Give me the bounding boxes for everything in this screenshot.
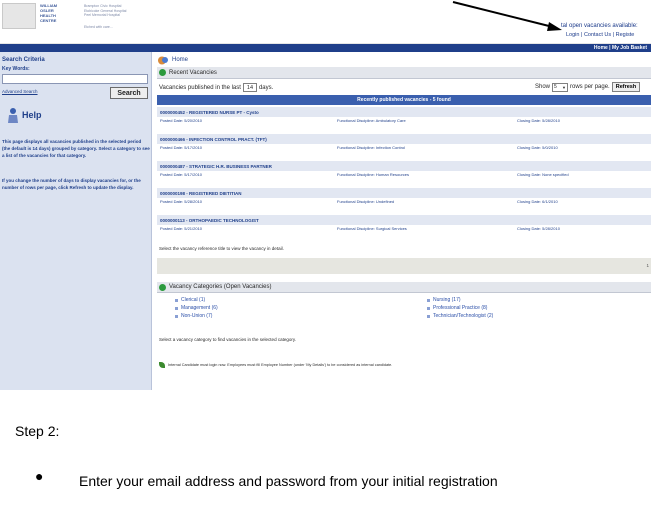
leaf-icon — [159, 362, 165, 368]
help-title: Help — [22, 110, 42, 120]
internal-candidate-note: Internal Candidate must login now. Emplo… — [159, 362, 392, 368]
bullet-icon — [175, 314, 178, 318]
category-link[interactable]: Technician/Technologist (2) — [427, 313, 493, 319]
vacancy-title-link[interactable]: 0000000466 - INFECTION CONTROL PRACT. (T… — [157, 134, 651, 144]
vacancies-found-band: Recently published vacancies - 5 found — [157, 95, 651, 105]
step-instruction: Enter your email address and password fr… — [79, 473, 498, 489]
vacancy-row: 0000000487 - STRATEGIC H.R. BUSINESS PAR… — [157, 161, 651, 181]
category-link[interactable]: Nursing (17) — [427, 297, 461, 303]
vacancy-row: 0000000113 - ORTHOPAEDIC TECHNOLOGIST Po… — [157, 215, 651, 235]
screenshot: WILLIAM OSLER HEALTH CENTRE Brampton Civic … — [0, 0, 651, 390]
main-content: Home Recent Vacancies Vacancies publishe… — [157, 52, 651, 390]
bullet-icon — [427, 314, 430, 318]
help-person-icon — [8, 108, 18, 123]
category-link[interactable]: Non-Union (7) — [175, 313, 212, 319]
vacancy-categories-title: Vacancy Categories (Open Vacancies) — [169, 284, 272, 290]
rows-select[interactable]: 5 ▼ — [552, 82, 569, 92]
category-link[interactable]: Management (6) — [175, 305, 218, 311]
vacancy-title-link[interactable]: 0000000198 - REGISTERED DIETITIAN — [157, 188, 651, 198]
rows-per-page-control: Show 5 ▼ rows per page. Refresh — [535, 82, 641, 92]
category-note: Select a vacancy category to find vacanc… — [159, 337, 296, 342]
bullet-icon — [427, 306, 430, 310]
annotation-arrow-icon — [452, 1, 562, 31]
select-vacancy-note: Select the vacancy reference title to vi… — [159, 246, 284, 251]
category-link[interactable]: Clerical (1) — [175, 297, 205, 303]
pagination-bar: 1 — [157, 258, 651, 274]
category-link[interactable]: Professional Practice (8) — [427, 305, 487, 311]
recent-vacancies-icon — [159, 69, 166, 76]
bullet-icon — [427, 298, 430, 302]
recent-vacancies-header: Recent Vacancies — [157, 67, 651, 79]
help-paragraph-2: If you change the number of days to disp… — [2, 178, 141, 190]
vacancy-row: 0000000452 - REGISTERED NURSE PT - Cysto… — [157, 107, 651, 127]
bullet-icon: ● — [35, 468, 44, 484]
page-number[interactable]: 1 — [646, 263, 649, 268]
categories-icon — [159, 283, 166, 291]
vacancy-title-link[interactable]: 0000000487 - STRATEGIC H.R. BUSINESS PAR… — [157, 161, 651, 171]
search-button[interactable]: Search — [110, 87, 148, 99]
vacancy-row: 0000000466 - INFECTION CONTROL PRACT. (T… — [157, 134, 651, 154]
bullet-icon — [175, 306, 178, 310]
advanced-search-link[interactable]: Advanced Search — [2, 89, 38, 94]
keywords-label: Key Words: — [2, 66, 30, 72]
vacancy-title-link[interactable]: 0000000452 - REGISTERED NURSE PT - Cysto — [157, 107, 651, 117]
search-sidebar: Search Criteria Key Words: Advanced Sear… — [0, 52, 152, 390]
bullet-icon — [175, 298, 178, 302]
vacancy-title-link[interactable]: 0000000113 - ORTHOPAEDIC TECHNOLOGIST — [157, 215, 651, 225]
keywords-input[interactable] — [2, 74, 148, 84]
recent-vacancies-title: Recent Vacancies — [169, 69, 217, 76]
published-period: Vacancies published in the last 14 days. — [159, 83, 274, 92]
days-input[interactable]: 14 — [242, 83, 257, 92]
dropdown-arrow-icon: ▼ — [562, 84, 567, 90]
vacancy-row: 0000000198 - REGISTERED DIETITIAN Posted… — [157, 188, 651, 208]
refresh-button[interactable]: Refresh — [611, 82, 641, 92]
step-heading: Step 2: — [15, 423, 60, 439]
help-paragraph-1: This page displays all vacancies publish… — [2, 139, 150, 158]
vacancy-categories-header: Vacancy Categories (Open Vacancies) — [157, 282, 651, 293]
